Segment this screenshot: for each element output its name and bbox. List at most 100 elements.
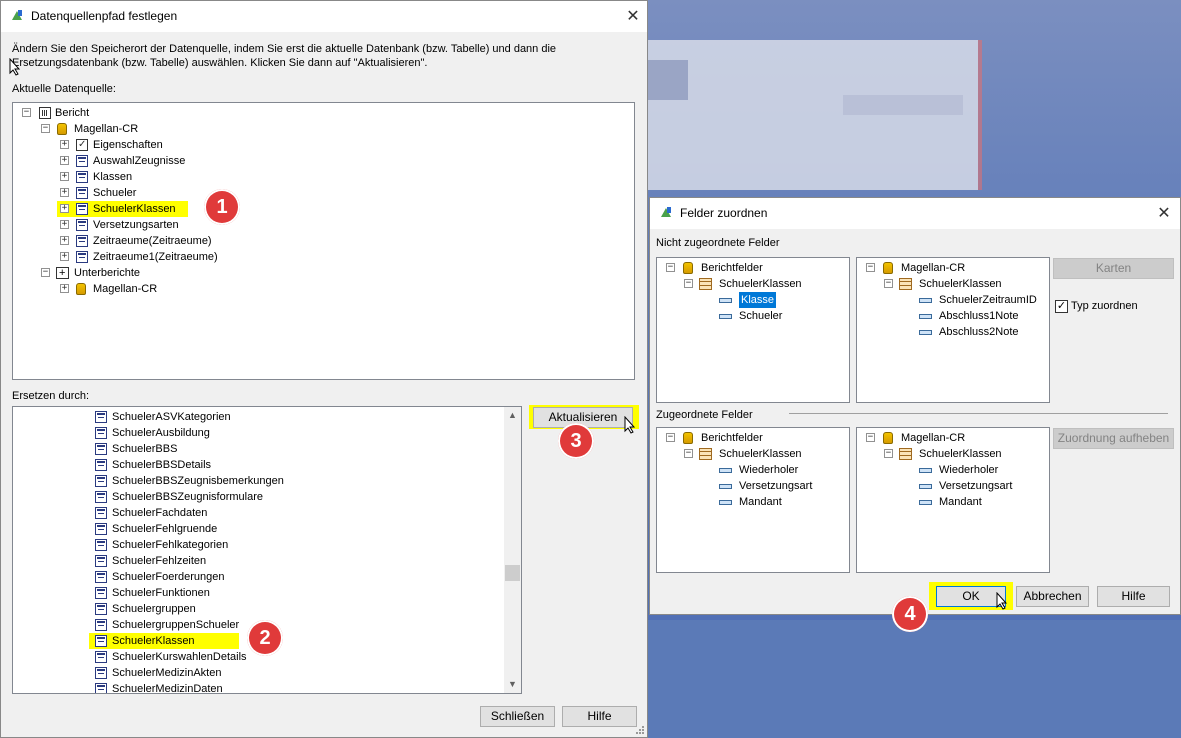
table-icon: [76, 171, 88, 183]
app-icon: [661, 207, 671, 217]
field-icon: [719, 500, 732, 505]
map-help-button[interactable]: Hilfe: [1097, 586, 1170, 607]
field-icon: [919, 500, 932, 505]
table-icon: [95, 587, 107, 599]
table-icon: [76, 203, 88, 215]
table-icon: [95, 619, 107, 631]
field-icon: [919, 314, 932, 319]
collapse-icon[interactable]: −: [866, 263, 875, 272]
field-icon: [719, 484, 732, 489]
step-badge-4: 4: [892, 596, 928, 632]
collapse-icon[interactable]: −: [666, 263, 675, 272]
expand-icon[interactable]: +: [60, 220, 69, 229]
mapped-report-tree[interactable]: − Berichtfelder − SchuelerKlassen Wieder…: [656, 427, 850, 573]
collapse-icon[interactable]: −: [884, 449, 893, 458]
database-icon: [76, 283, 86, 295]
field-icon: [919, 468, 932, 473]
database-icon: [683, 262, 693, 274]
table-icon: [95, 539, 107, 551]
expand-icon[interactable]: +: [60, 172, 69, 181]
collapse-icon[interactable]: −: [866, 433, 875, 442]
table-icon: [899, 448, 912, 460]
app-icon: [12, 10, 22, 20]
table-icon: [95, 411, 107, 423]
table-icon: [95, 555, 107, 567]
field-icon: [719, 314, 732, 319]
unmapped-db-tree[interactable]: − Magellan-CR − SchuelerKlassen Schueler…: [856, 257, 1050, 403]
database-icon: [57, 123, 67, 135]
field-icon: [919, 484, 932, 489]
instruction-line-2: Ersetzungsdatenbank (bzw. Tabelle) auswä…: [12, 57, 428, 69]
instruction-line-1: Ändern Sie den Speicherort der Datenquel…: [12, 43, 557, 55]
resize-grip-icon[interactable]: [633, 723, 645, 735]
unmap-button[interactable]: Zuordnung aufheben: [1053, 428, 1174, 449]
field-icon: [919, 330, 932, 335]
table-icon: [95, 667, 107, 679]
cancel-button[interactable]: Abbrechen: [1016, 586, 1089, 607]
table-icon: [95, 475, 107, 487]
expand-icon[interactable]: +: [60, 252, 69, 261]
collapse-icon[interactable]: −: [41, 124, 50, 133]
database-icon: [883, 262, 893, 274]
current-source-label: Aktuelle Datenquelle:: [12, 83, 116, 95]
table-icon: [76, 187, 88, 199]
maps-button[interactable]: Karten: [1053, 258, 1174, 279]
table-icon: [95, 603, 107, 615]
close-button[interactable]: Schließen: [480, 706, 555, 727]
expand-icon[interactable]: +: [60, 204, 69, 213]
mouse-cursor-icon: [9, 58, 21, 76]
table-icon: [95, 491, 107, 503]
replace-label: Ersetzen durch:: [12, 390, 90, 402]
mapped-label: Zugeordnete Felder: [656, 409, 753, 421]
subreport-icon: [56, 265, 69, 281]
help-button[interactable]: Hilfe: [562, 706, 637, 727]
step-badge-3: 3: [558, 423, 594, 459]
expand-icon[interactable]: +: [60, 188, 69, 197]
mapped-separator: [789, 413, 1168, 414]
collapse-icon[interactable]: −: [666, 433, 675, 442]
table-icon: [76, 251, 88, 263]
expand-icon[interactable]: +: [60, 156, 69, 165]
mouse-cursor-icon: [624, 416, 636, 434]
report-icon: [39, 107, 51, 119]
table-icon: [95, 683, 107, 693]
map-titlebar: Felder zuordnen ✕: [650, 198, 1180, 229]
collapse-icon[interactable]: −: [884, 279, 893, 288]
table-icon: [95, 459, 107, 471]
step-badge-2: 2: [247, 620, 283, 656]
current-source-tree[interactable]: − Bericht − Magellan-CR +Eigenschaften+A…: [12, 102, 635, 380]
table-icon: [699, 278, 712, 290]
scroll-down-icon[interactable]: ▼: [504, 676, 521, 693]
type-match-checkbox[interactable]: ✓: [1055, 300, 1068, 313]
scroll-thumb[interactable]: [505, 565, 520, 581]
map-fields-dialog: Felder zuordnen ✕ Nicht zugeordnete Feld…: [649, 197, 1181, 615]
mapped-db-tree[interactable]: − Magellan-CR − SchuelerKlassen Wiederho…: [856, 427, 1050, 573]
main-close-icon[interactable]: ✕: [623, 7, 643, 27]
main-titlebar: Datenquellenpfad festlegen ✕: [1, 1, 647, 32]
collapse-icon[interactable]: −: [684, 279, 693, 288]
collapse-icon[interactable]: −: [22, 108, 31, 117]
map-close-icon[interactable]: ✕: [1154, 204, 1174, 224]
field-icon: [719, 298, 732, 303]
expand-icon[interactable]: +: [60, 236, 69, 245]
table-icon: [95, 443, 107, 455]
table-icon: [95, 571, 107, 583]
unmapped-report-tree[interactable]: − Berichtfelder − SchuelerKlassen Klasse…: [656, 257, 850, 403]
step-badge-1: 1: [204, 189, 240, 225]
replace-scrollbar[interactable]: ▲ ▼: [504, 407, 521, 693]
database-icon: [683, 432, 693, 444]
table-icon: [95, 507, 107, 519]
field-icon: [719, 468, 732, 473]
main-dialog: Datenquellenpfad festlegen ✕ Ändern Sie …: [0, 0, 648, 738]
properties-icon: [76, 137, 88, 153]
collapse-icon[interactable]: −: [684, 449, 693, 458]
type-match-label: Typ zuordnen: [1071, 300, 1138, 312]
expand-icon[interactable]: +: [60, 140, 69, 149]
table-icon: [95, 427, 107, 439]
expand-icon[interactable]: +: [60, 284, 69, 293]
scroll-up-icon[interactable]: ▲: [504, 407, 521, 424]
main-dialog-title: Datenquellenpfad festlegen: [31, 9, 178, 23]
mouse-cursor-icon: [996, 592, 1008, 610]
table-icon: [95, 651, 107, 663]
collapse-icon[interactable]: −: [41, 268, 50, 277]
